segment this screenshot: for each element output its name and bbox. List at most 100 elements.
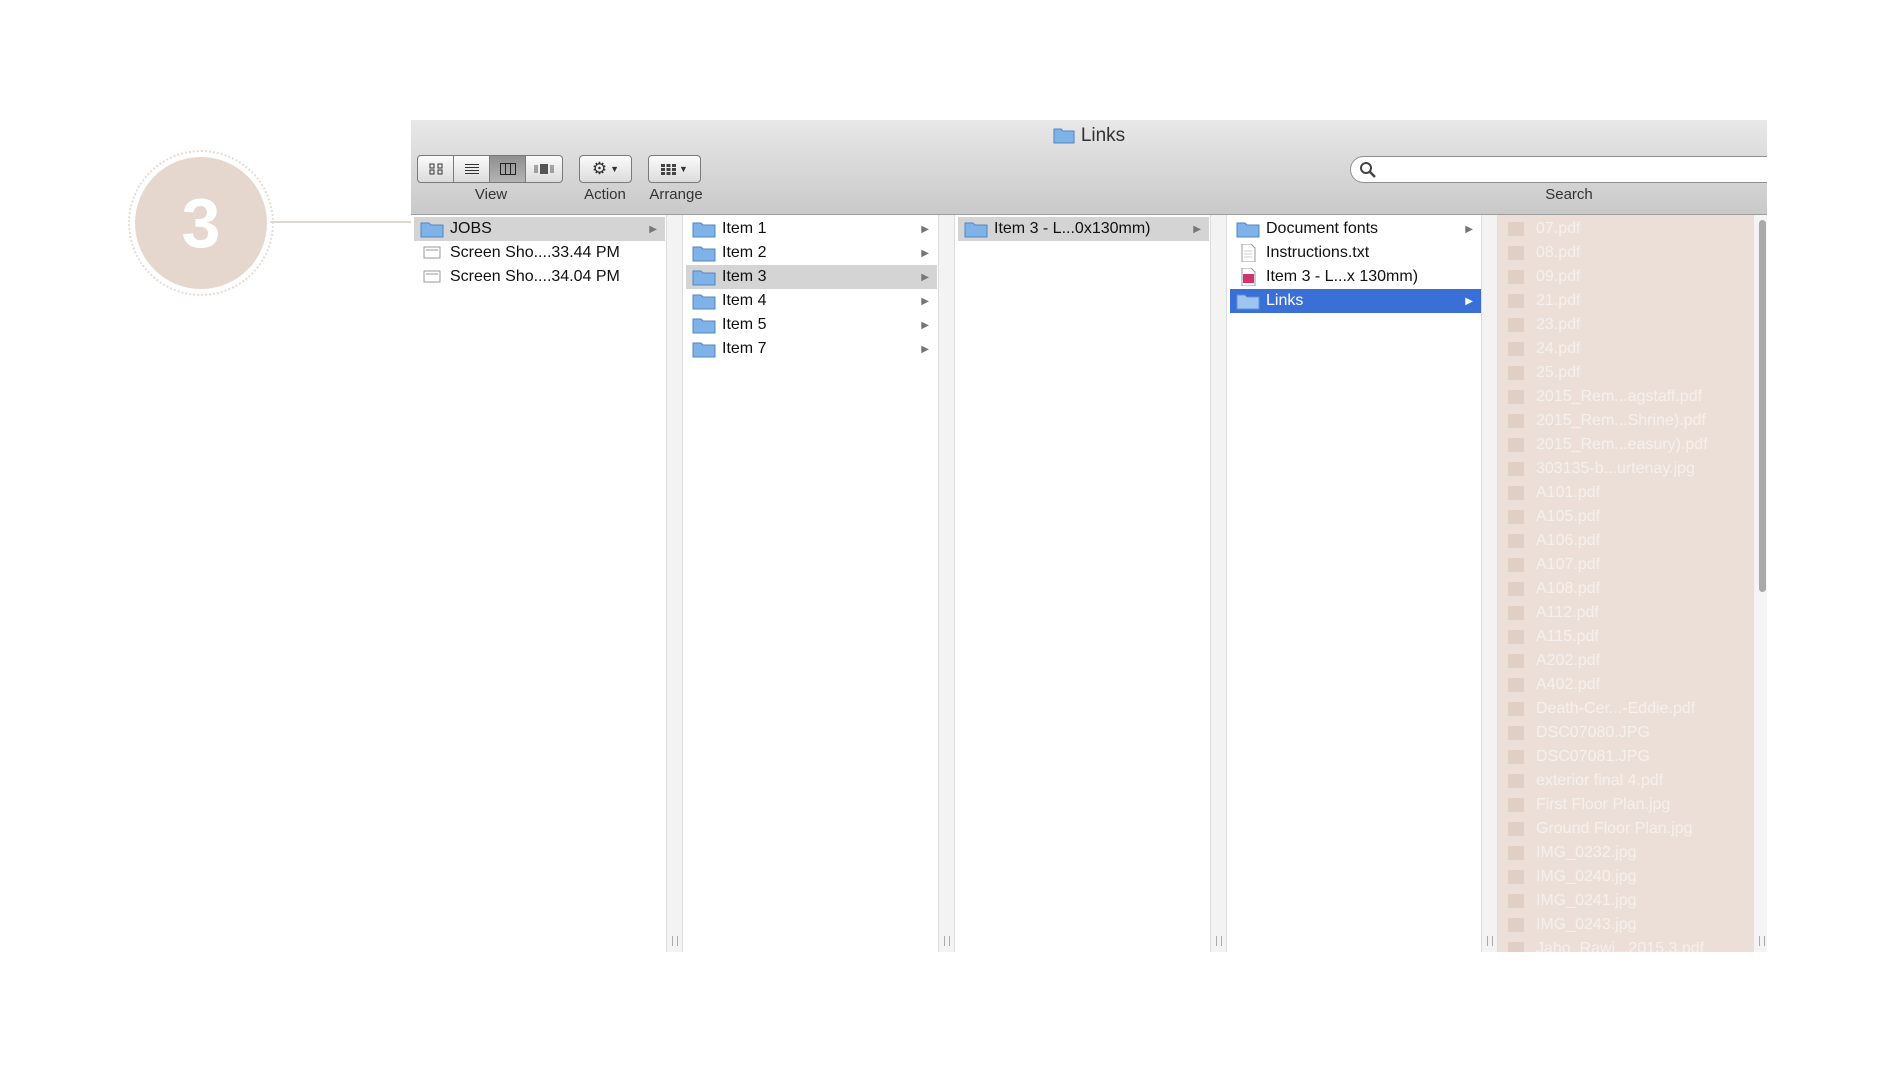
folder-icon <box>964 222 988 238</box>
list-item[interactable]: A112.pdf <box>1498 601 1754 625</box>
list-item[interactable]: Ground Floor Plan.jpg <box>1498 817 1754 841</box>
list-item-label: Item 1 <box>722 220 767 237</box>
list-item-label: 08.pdf <box>1536 244 1581 261</box>
list-item[interactable]: 25.pdf <box>1498 361 1754 385</box>
disclosure-arrow-icon: ▶ <box>1193 223 1201 235</box>
step-badge: 3 <box>135 157 267 289</box>
list-item[interactable]: A115.pdf <box>1498 625 1754 649</box>
list-item[interactable]: A107.pdf <box>1498 553 1754 577</box>
list-item[interactable]: A402.pdf <box>1498 673 1754 697</box>
file-icon <box>1508 486 1524 500</box>
browser-column-4[interactable]: Document fonts ▶ Instructions.txt Item 3… <box>1227 215 1498 952</box>
list-item[interactable]: 2015_Rem...Shrine).pdf <box>1498 409 1754 433</box>
list-item-label: A112.pdf <box>1536 604 1599 621</box>
list-item-label: Instructions.txt <box>1266 244 1370 261</box>
disclosure-arrow-icon: ▶ <box>921 247 929 259</box>
list-item-indesign-document[interactable]: Item 3 - L...x 130mm) <box>1230 265 1481 289</box>
vertical-scrollbar-thumb[interactable] <box>1759 220 1766 592</box>
list-item-screenshot-2[interactable]: Screen Sho....34.04 PM <box>414 265 665 289</box>
arrange-button[interactable]: ▼ <box>648 155 701 183</box>
file-icon <box>1508 606 1524 620</box>
browser-column-3[interactable]: Item 3 - L...0x130mm) ▶ <box>955 215 1227 952</box>
column-resize-divider[interactable] <box>666 215 683 952</box>
list-item-item-2[interactable]: Item 2 ▶ <box>686 241 937 265</box>
indesign-file-icon <box>1241 268 1256 286</box>
folder-icon <box>1236 294 1260 310</box>
list-item[interactable]: exterior final 4.pdf <box>1498 769 1754 793</box>
links-folder-column-overlay[interactable]: 07.pdf 08.pdf 09.pdf 21.pdf 23.pdf 24.pdf 25.p… <box>1498 215 1754 952</box>
file-icon <box>1508 846 1524 860</box>
view-label: View <box>474 186 508 203</box>
list-view-button[interactable] <box>454 155 490 183</box>
list-item[interactable]: IMG_0232.jpg <box>1498 841 1754 865</box>
column-view-button[interactable] <box>490 155 526 183</box>
list-item-document-fonts[interactable]: Document fonts ▶ <box>1230 217 1481 241</box>
list-item-label: 2015_Rem...easury).pdf <box>1536 436 1708 453</box>
list-item-item-5[interactable]: Item 5 ▶ <box>686 313 937 337</box>
folder-icon <box>692 246 716 262</box>
list-item[interactable]: IMG_0241.jpg <box>1498 889 1754 913</box>
list-item[interactable]: 21.pdf <box>1498 289 1754 313</box>
list-item[interactable]: 09.pdf <box>1498 265 1754 289</box>
list-item[interactable]: 08.pdf <box>1498 241 1754 265</box>
file-icon <box>1508 558 1524 572</box>
list-view-icon <box>464 164 479 174</box>
list-item-screenshot-1[interactable]: Screen Sho....33.44 PM <box>414 241 665 265</box>
action-label: Action <box>584 186 626 203</box>
list-item[interactable]: DSC07080.JPG <box>1498 721 1754 745</box>
list-item-label: A115.pdf <box>1536 628 1599 645</box>
column-resize-divider[interactable] <box>938 215 955 952</box>
folder-icon <box>692 294 716 310</box>
list-item-jobs[interactable]: JOBS ▶ <box>414 217 665 241</box>
list-item-label: A105.pdf <box>1536 508 1601 525</box>
list-item-label: 09.pdf <box>1536 268 1581 285</box>
list-item-item-1[interactable]: Item 1 ▶ <box>686 217 937 241</box>
list-item[interactable]: 2015_Rem...easury).pdf <box>1498 433 1754 457</box>
list-item-label: Death-Cer...-Eddie.pdf <box>1536 700 1696 717</box>
list-item[interactable]: 303135-b...urtenay.jpg <box>1498 457 1754 481</box>
list-item-label: A108.pdf <box>1536 580 1601 597</box>
browser-column-2[interactable]: Item 1 ▶ Item 2 ▶ Item 3 ▶ Item 4 ▶ Item… <box>683 215 955 952</box>
list-item[interactable]: Death-Cer...-Eddie.pdf <box>1498 697 1754 721</box>
list-item[interactable]: 23.pdf <box>1498 313 1754 337</box>
list-item[interactable]: DSC07081.JPG <box>1498 745 1754 769</box>
search-input[interactable] <box>1350 156 1767 183</box>
list-item-item-3[interactable]: Item 3 ▶ <box>686 265 937 289</box>
list-item[interactable]: A106.pdf <box>1498 529 1754 553</box>
list-item-item-7[interactable]: Item 7 ▶ <box>686 337 937 361</box>
list-item-label: 2015_Rem...Shrine).pdf <box>1536 412 1706 429</box>
list-item-item-3-folder[interactable]: Item 3 - L...0x130mm) ▶ <box>958 217 1209 241</box>
list-item-item-4[interactable]: Item 4 ▶ <box>686 289 937 313</box>
list-item[interactable]: IMG_0243.jpg <box>1498 913 1754 937</box>
folder-icon <box>1236 222 1260 238</box>
icon-view-button[interactable] <box>417 155 454 183</box>
list-item-label: A202.pdf <box>1536 652 1601 669</box>
list-item[interactable]: 24.pdf <box>1498 337 1754 361</box>
list-item[interactable]: Jaho_Rawi...2015.3.pdf <box>1498 937 1754 952</box>
arrange-control: ▼ <box>648 155 701 183</box>
list-item[interactable]: A108.pdf <box>1498 577 1754 601</box>
list-item-label: 07.pdf <box>1536 220 1581 237</box>
list-item[interactable]: 07.pdf <box>1498 217 1754 241</box>
resize-grip-icon <box>1216 936 1222 946</box>
file-icon <box>1508 414 1524 428</box>
screenshot-file-icon <box>423 270 441 283</box>
column-resize-divider[interactable] <box>1210 215 1227 952</box>
browser-column-1[interactable]: JOBS ▶ Screen Sho....33.44 PM Screen Sho… <box>411 215 683 952</box>
list-item[interactable]: First Floor Plan.jpg <box>1498 793 1754 817</box>
disclosure-arrow-icon: ▶ <box>649 223 657 235</box>
list-item[interactable]: IMG_0240.jpg <box>1498 865 1754 889</box>
list-item[interactable]: A202.pdf <box>1498 649 1754 673</box>
list-item-instructions[interactable]: Instructions.txt <box>1230 241 1481 265</box>
list-item-label: IMG_0240.jpg <box>1536 868 1637 885</box>
cover-flow-view-button[interactable] <box>526 155 563 183</box>
column-resize-divider[interactable] <box>1481 215 1498 952</box>
file-icon <box>1508 582 1524 596</box>
action-button[interactable]: ⚙ ▼ <box>579 155 632 183</box>
disclosure-arrow-icon: ▶ <box>921 271 929 283</box>
list-item[interactable]: A105.pdf <box>1498 505 1754 529</box>
list-item[interactable]: A101.pdf <box>1498 481 1754 505</box>
list-item[interactable]: 2015_Rem...agstaff.pdf <box>1498 385 1754 409</box>
list-item-links[interactable]: Links ▶ <box>1230 289 1481 313</box>
search-label: Search <box>1545 186 1593 203</box>
